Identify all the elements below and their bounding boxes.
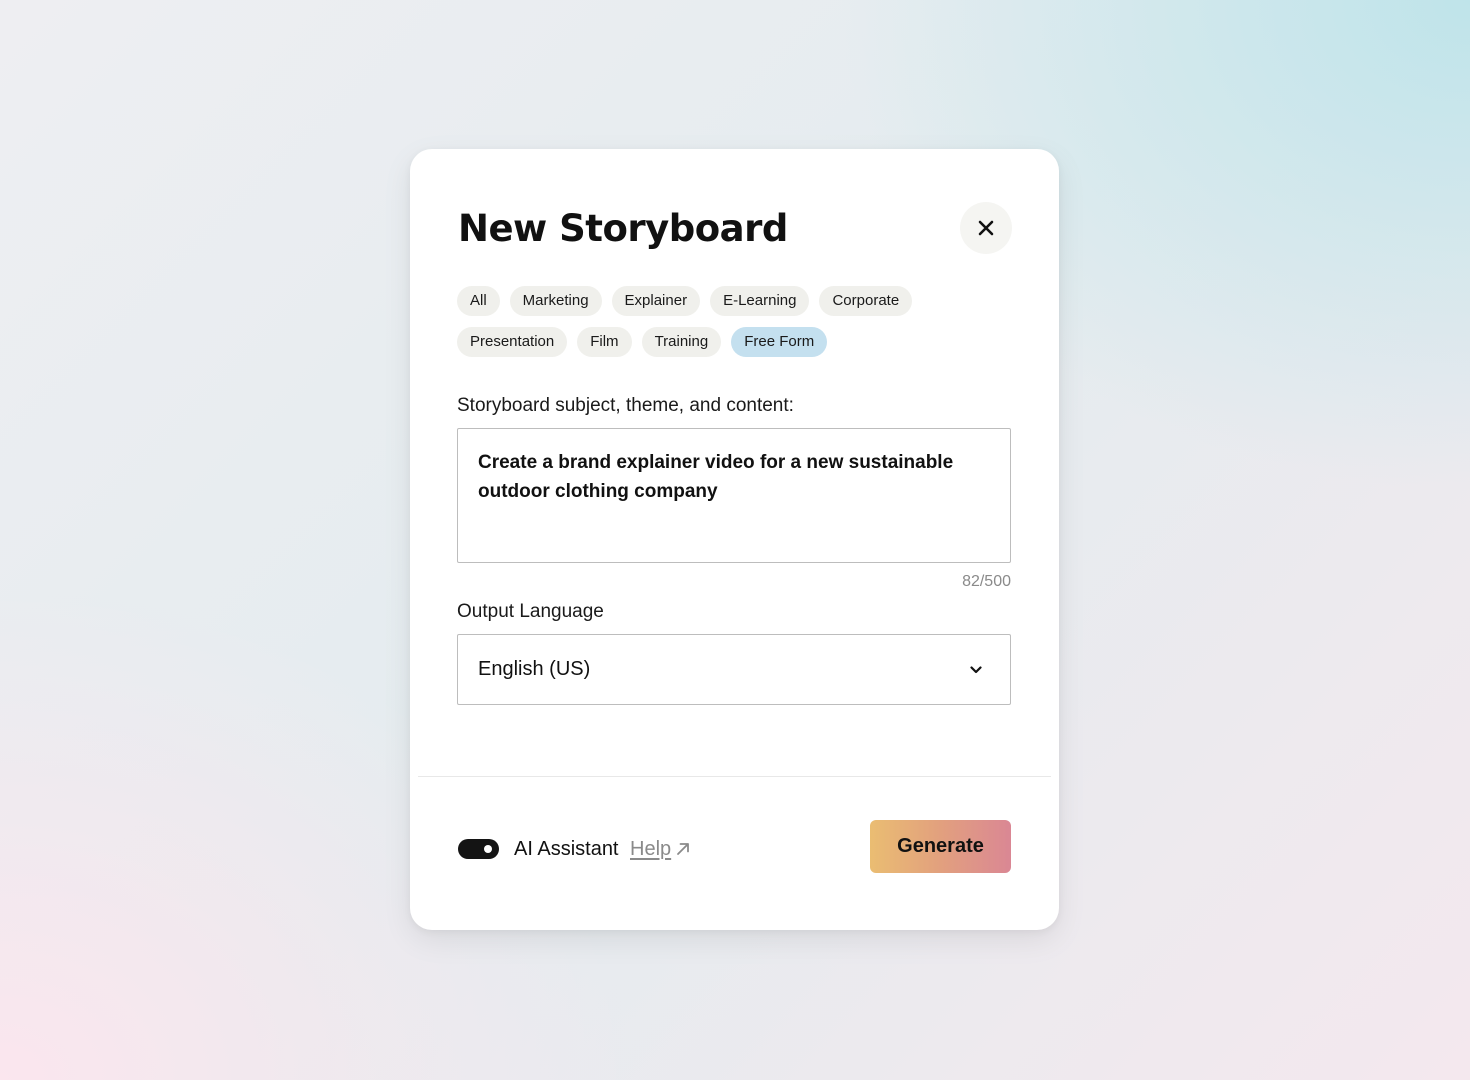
chip-corporate[interactable]: Corporate <box>819 286 913 316</box>
chip-free-form[interactable]: Free Form <box>731 327 828 357</box>
output-language-label: Output Language <box>457 601 604 622</box>
new-storyboard-dialog: New Storyboard All Marketing Explainer E… <box>410 149 1059 930</box>
footer-divider <box>418 776 1051 777</box>
character-counter: 82/500 <box>962 573 1011 590</box>
dialog-title: New Storyboard <box>458 207 788 250</box>
ai-assistant-label: AI Assistant <box>514 838 619 860</box>
chip-e-learning[interactable]: E-Learning <box>710 286 810 316</box>
chip-marketing[interactable]: Marketing <box>509 286 602 316</box>
ai-assistant-toggle[interactable] <box>458 839 499 859</box>
chip-explainer[interactable]: Explainer <box>611 286 701 316</box>
output-language-value: English (US) <box>478 658 591 680</box>
subject-textarea[interactable]: Create a brand explainer video for a new… <box>457 428 1011 563</box>
close-icon <box>978 220 994 236</box>
chip-presentation[interactable]: Presentation <box>457 327 568 357</box>
chevron-down-icon <box>970 665 982 673</box>
subject-label: Storyboard subject, theme, and content: <box>457 395 794 416</box>
toggle-knob <box>484 845 492 853</box>
arrow-up-right-icon <box>677 843 690 855</box>
chip-training[interactable]: Training <box>641 327 722 357</box>
chip-film[interactable]: Film <box>577 327 632 357</box>
output-language-select[interactable]: English (US) <box>457 634 1011 705</box>
help-link-label: Help <box>630 838 672 860</box>
generate-button[interactable]: Generate <box>870 820 1011 873</box>
close-button[interactable] <box>960 202 1012 254</box>
category-chips: All Marketing Explainer E-Learning Corpo… <box>457 286 1017 357</box>
chip-all[interactable]: All <box>457 286 500 316</box>
help-link[interactable]: Help <box>630 836 690 862</box>
